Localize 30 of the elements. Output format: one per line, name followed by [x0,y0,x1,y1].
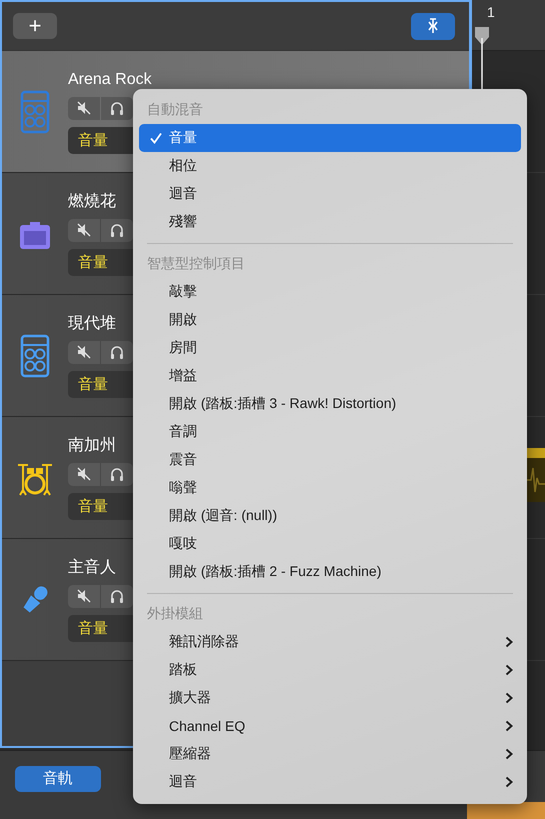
menu-item-label: 增益 [169,367,198,385]
menu-item-label: 迴音 [169,773,198,791]
menu-item-label: 開啟 [169,311,198,329]
menu-item-label: 音量 [169,129,198,147]
menu-item-label: 嗡聲 [169,479,198,497]
menu-item-label: 壓縮器 [169,745,212,763]
menu-item-label: 敲擊 [169,283,198,301]
track-name: Arena Rock [68,70,152,90]
menu-section-header: 智慧型控制項目 [147,255,245,273]
bar-number: 1 [487,4,495,20]
menu-item-label: 擴大器 [169,689,212,707]
menu-section-header: 自動混音 [147,101,203,119]
menu-item-label: 開啟 (踏板:插槽 2 - Fuzz Machine) [169,563,382,581]
menu-item-label: 開啟 (迴音: (null)) [169,507,278,525]
menu-item-label: 迴音 [169,185,198,203]
menu-item-label: 開啟 (踏板:插槽 3 - Rawk! Distortion) [169,395,398,413]
track-name: 主音人 [68,558,116,578]
menu-item-label: 雜訊消除器 [169,633,240,651]
menu-item-label: 殘響 [169,213,198,231]
menu-item-label: 震音 [169,451,198,469]
menu-item-label: 嘎吱 [169,535,198,553]
menu-item-label: 踏板 [169,661,198,679]
track-name: 現代堆 [68,314,116,334]
menu-item-label: 音調 [169,423,198,441]
track-name: 燃燒花 [68,192,116,212]
menu-item-label: Channel EQ [169,718,246,734]
menu-item-label: 房間 [169,339,198,357]
menu-section-header: 外掛模組 [147,605,203,623]
track-name: 南加州 [68,436,116,456]
menu-item-label: 相位 [169,157,198,175]
